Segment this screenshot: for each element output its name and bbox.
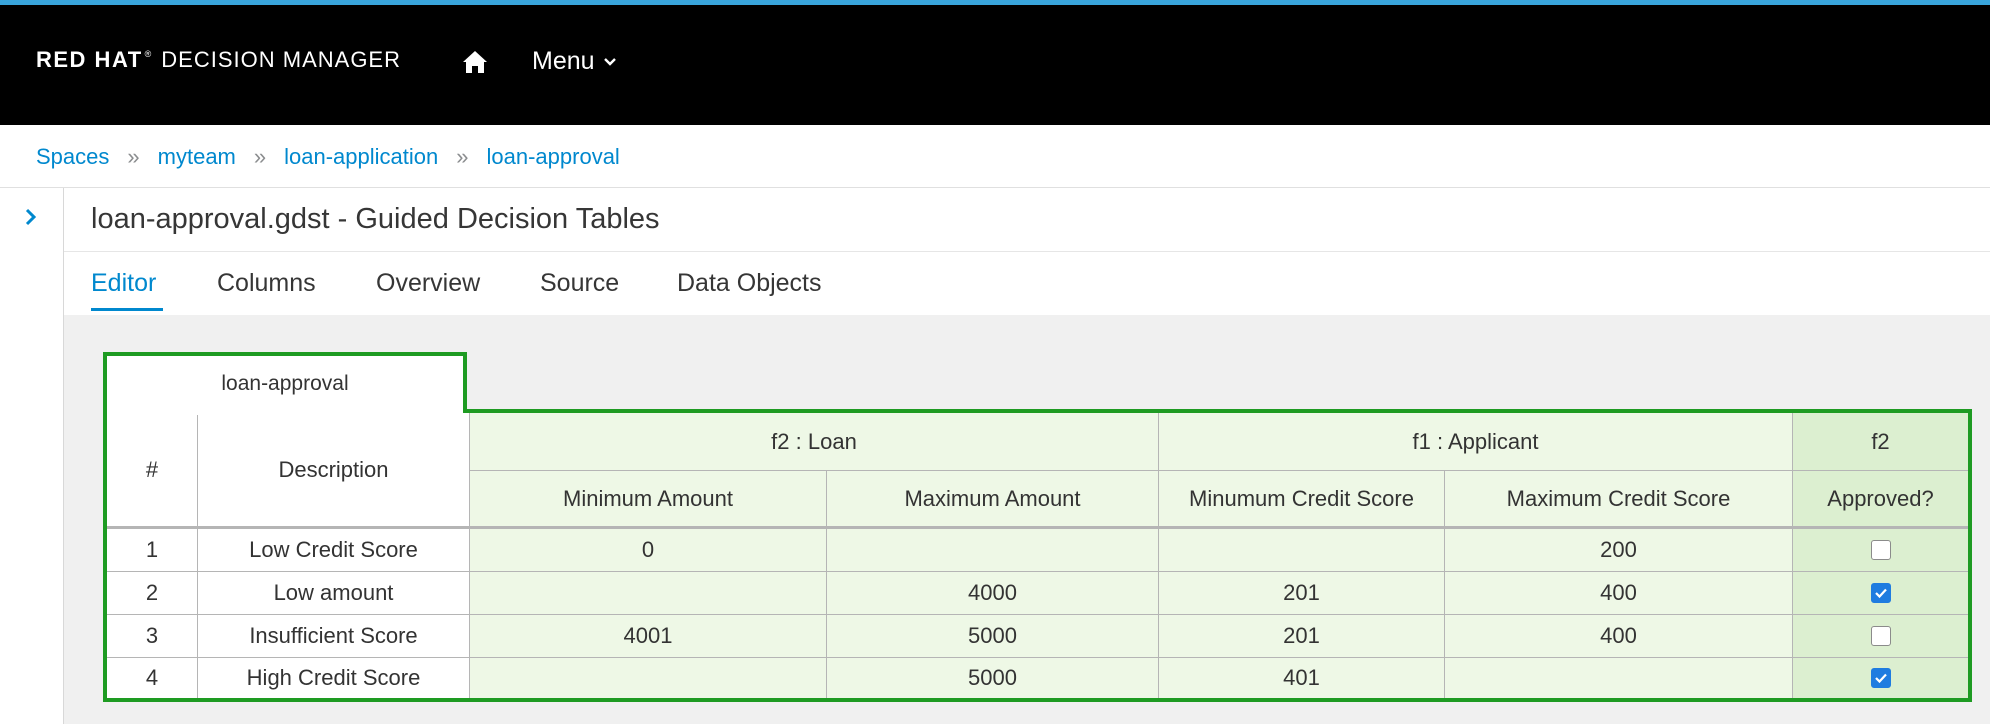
chevron-down-icon (603, 57, 616, 66)
breadcrumb-separator: » (127, 144, 140, 169)
min-amount-cell[interactable] (470, 658, 827, 698)
breadcrumb: Spaces » myteam » loan-application » loa… (36, 140, 620, 174)
max-score-cell[interactable]: 400 (1445, 615, 1793, 658)
max-score-cell[interactable]: 400 (1445, 572, 1793, 615)
column-header-approved[interactable]: Approved? (1793, 471, 1968, 528)
max-amount-cell[interactable]: 5000 (827, 615, 1159, 658)
min-score-cell[interactable] (1159, 529, 1445, 572)
column-header-max-amount[interactable]: Maximum Amount (827, 471, 1159, 528)
min-amount-cell[interactable] (470, 572, 827, 615)
row-description-cell[interactable]: High Credit Score (198, 658, 470, 698)
group-header-loan[interactable]: f2 : Loan (470, 413, 1159, 471)
min-score-cell[interactable]: 201 (1159, 572, 1445, 615)
row-number-cell[interactable]: 1 (107, 529, 198, 572)
row-description-cell[interactable]: Low amount (198, 572, 470, 615)
active-tab-indicator (91, 308, 163, 311)
tab-source[interactable]: Source (540, 269, 619, 298)
decision-table-grid: # Description f2 : Loan f1 : Applicant f… (107, 413, 1968, 698)
approved-checkbox[interactable] (1870, 540, 1891, 560)
min-score-cell[interactable]: 201 (1159, 615, 1445, 658)
decision-table: # Description f2 : Loan f1 : Applicant f… (103, 409, 1972, 702)
menu-label: Menu (532, 47, 595, 75)
tab-columns[interactable]: Columns (217, 269, 316, 298)
max-amount-cell[interactable]: 4000 (827, 572, 1159, 615)
row-description-cell[interactable]: Low Credit Score (198, 529, 470, 572)
description-header[interactable]: Description (198, 413, 470, 528)
row-number-header[interactable]: # (107, 413, 198, 528)
column-header-min-score[interactable]: Minumum Credit Score (1159, 471, 1445, 528)
max-score-cell[interactable] (1445, 658, 1793, 698)
brand-product: DECISION MANAGER (161, 47, 401, 72)
breadcrumb-loan-approval[interactable]: loan-approval (487, 144, 620, 170)
min-amount-cell[interactable]: 4001 (470, 615, 827, 658)
masthead: RED HAT ® DECISION MANAGER Menu (0, 5, 1990, 125)
decision-table-name: loan-approval (221, 371, 349, 395)
approved-cell (1793, 615, 1968, 658)
breadcrumb-myteam[interactable]: myteam (158, 144, 236, 170)
min-score-cell[interactable]: 401 (1159, 658, 1445, 698)
column-header-max-score[interactable]: Maximum Credit Score (1445, 471, 1793, 528)
max-amount-cell[interactable] (827, 529, 1159, 572)
group-header-action[interactable]: f2 (1793, 413, 1968, 471)
decision-table-tab[interactable]: loan-approval (103, 352, 467, 411)
max-score-cell[interactable]: 200 (1445, 529, 1793, 572)
max-amount-cell[interactable]: 5000 (827, 658, 1159, 698)
checkmark-icon (1874, 673, 1887, 684)
min-amount-cell[interactable]: 0 (470, 529, 827, 572)
tab-data-objects[interactable]: Data Objects (677, 269, 822, 298)
title-bar: loan-approval.gdst - Guided Decision Tab… (64, 188, 1990, 252)
row-number-cell[interactable]: 2 (107, 572, 198, 615)
chevron-right-icon[interactable] (22, 205, 40, 229)
group-header-applicant[interactable]: f1 : Applicant (1159, 413, 1793, 471)
tab-editor[interactable]: Editor (91, 269, 156, 298)
home-icon[interactable] (462, 50, 488, 74)
approved-cell (1793, 572, 1968, 615)
brand-trademark: ® (144, 49, 152, 59)
column-header-min-amount[interactable]: Minimum Amount (470, 471, 827, 528)
brand-logo[interactable]: RED HAT ® DECISION MANAGER (36, 47, 401, 77)
page-title: loan-approval.gdst - Guided Decision Tab… (91, 203, 660, 235)
brand-red-hat: RED HAT (36, 47, 143, 72)
breadcrumb-separator: » (456, 144, 469, 169)
tab-overview[interactable]: Overview (376, 269, 480, 298)
breadcrumb-spaces[interactable]: Spaces (36, 144, 109, 170)
checkmark-icon (1874, 588, 1887, 599)
breadcrumb-loan-application[interactable]: loan-application (284, 144, 438, 170)
approved-checkbox[interactable] (1870, 668, 1891, 688)
approved-checkbox[interactable] (1870, 583, 1891, 603)
menu-dropdown[interactable]: Menu (532, 47, 617, 76)
left-rail (0, 188, 64, 724)
approved-cell (1793, 658, 1968, 698)
row-number-cell[interactable]: 4 (107, 658, 198, 698)
editor-tabs: Editor Columns Overview Source Data Obje… (64, 253, 1990, 315)
breadcrumb-separator: » (253, 144, 267, 169)
tab-joint (107, 405, 463, 415)
row-number-cell[interactable]: 3 (107, 615, 198, 658)
approved-cell (1793, 529, 1968, 572)
row-description-cell[interactable]: Insufficient Score (198, 615, 470, 658)
approved-checkbox[interactable] (1870, 626, 1891, 646)
